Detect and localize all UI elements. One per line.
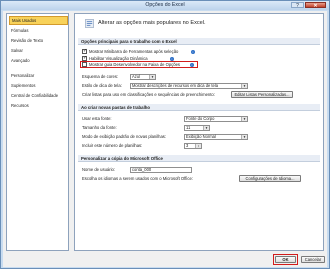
title-bar[interactable]: Opções do Excel ? ✕ xyxy=(1,1,329,10)
sidebar-item-save[interactable]: Salvar xyxy=(9,46,68,55)
sidebar-item-customize[interactable]: Personalizar xyxy=(9,71,68,80)
info-icon: i xyxy=(170,56,174,61)
color-scheme-select[interactable]: Azul ▾ xyxy=(130,73,156,80)
sidebar: Mais Usados Fórmulas Revisão de Texto Sa… xyxy=(6,13,69,251)
sidebar-item-trust-center[interactable]: Central de Confiabilidade xyxy=(9,91,68,100)
excel-options-dialog: Opções do Excel ? ✕ Mais Usados Fórmulas… xyxy=(0,0,330,269)
close-button[interactable]: ✕ xyxy=(305,2,326,9)
sheet-count-value: 3 xyxy=(186,142,189,148)
edit-custom-lists-button[interactable]: Editar Listas Personalizadas... xyxy=(231,91,293,98)
default-view-label: Modo de exibição padrão de novas planilh… xyxy=(82,134,167,139)
sheet-count-label: Incluir este número de planilhas: xyxy=(82,143,143,148)
font-select[interactable]: Fonte do Corpo ▾ xyxy=(184,115,248,122)
color-scheme-value: Azul xyxy=(132,73,140,79)
sheet-count-spinner[interactable]: 3 ↕ xyxy=(184,142,202,149)
section-heading-top-options: Opções principais para o trabalho com o … xyxy=(78,38,320,45)
info-icon: i xyxy=(191,49,195,54)
default-view-value: Exibição Normal xyxy=(186,133,216,139)
font-value: Fonte do Corpo xyxy=(186,115,215,121)
section-heading-personalize: Personalizar a cópia do Microsoft Office xyxy=(78,155,320,162)
window-title: Opções do Excel xyxy=(145,2,185,8)
options-panel: Alterar as opções mais populares no Exce… xyxy=(74,13,324,251)
sidebar-item-formulas[interactable]: Fórmulas xyxy=(9,26,68,35)
user-name-label: Nome de usuário: xyxy=(82,167,116,172)
chevron-down-icon: ▾ xyxy=(241,134,247,139)
mini-toolbar-label: Mostrar Minibarra de Ferramentas após se… xyxy=(89,49,179,54)
chevron-down-icon: ▾ xyxy=(203,125,209,130)
section-heading-new-workbooks: Ao criar novas pastas de trabalho xyxy=(78,104,320,111)
intro-text: Alterar as opções mais populares no Exce… xyxy=(98,20,206,26)
ok-button[interactable]: OK xyxy=(275,256,296,263)
developer-tab-label: Mostrar guia Desenvolvedor na Faixa de O… xyxy=(89,62,181,67)
sidebar-item-advanced[interactable]: Avançado xyxy=(9,56,68,65)
cancel-button[interactable]: Cancelar xyxy=(301,256,325,263)
tooltip-style-label: Estilo de dica de tela: xyxy=(82,83,122,88)
sidebar-item-popular[interactable]: Mais Usados xyxy=(9,16,68,25)
mini-toolbar-checkbox[interactable]: ✓ xyxy=(82,49,87,54)
custom-lists-label: Criar listas para uso em classificações … xyxy=(82,92,215,97)
tooltip-style-select[interactable]: Mostrar descrições de recursos em dica d… xyxy=(130,82,248,89)
color-scheme-label: Esquema de cores: xyxy=(82,74,119,79)
languages-label: Escolha os idiomas a serem usados com o … xyxy=(82,176,193,181)
language-settings-button[interactable]: Configurações de Idioma... xyxy=(239,175,301,182)
help-button[interactable]: ? xyxy=(291,2,304,9)
font-size-select[interactable]: 11 ▾ xyxy=(184,124,210,131)
tooltip-style-value: Mostrar descrições de recursos em dica d… xyxy=(132,82,219,88)
developer-tab-checkbox[interactable] xyxy=(82,62,87,67)
default-view-select[interactable]: Exibição Normal ▾ xyxy=(184,133,248,140)
font-size-label: Tamanho da fonte: xyxy=(82,125,117,130)
settings-icon xyxy=(85,19,94,28)
user-name-input[interactable]: conta_000 xyxy=(130,166,192,173)
sidebar-item-resources[interactable]: Recursos xyxy=(9,101,68,110)
chevron-down-icon: ▾ xyxy=(241,116,247,121)
sidebar-item-addins[interactable]: Suplementos xyxy=(9,81,68,90)
font-label: Usar esta fonte: xyxy=(82,116,112,121)
chevron-down-icon: ▾ xyxy=(149,74,155,79)
sidebar-item-proofing[interactable]: Revisão de Texto xyxy=(9,36,68,45)
spinner-arrows-icon: ↕ xyxy=(195,143,201,148)
font-size-value: 11 xyxy=(186,124,191,130)
dialog-body: Mais Usados Fórmulas Revisão de Texto Sa… xyxy=(3,11,327,267)
chevron-down-icon: ▾ xyxy=(241,83,247,88)
info-icon: i xyxy=(190,62,194,67)
